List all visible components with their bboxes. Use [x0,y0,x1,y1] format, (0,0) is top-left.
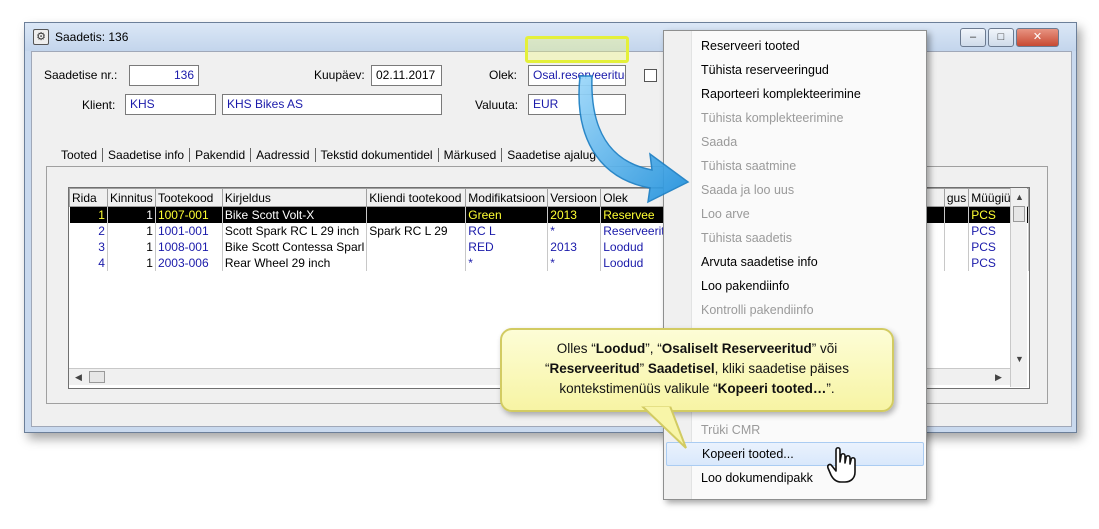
cell-kliendi-tootekood[interactable] [366,238,467,255]
cell-kirjeldus[interactable]: Bike Scott Volt-X [222,206,368,223]
grid-vertical-scrollbar[interactable]: ▲ ▼ [1010,188,1027,387]
menu-item-saada: Saada [701,135,738,149]
column-header-kirjeldus[interactable]: Kirjeldus [221,188,368,207]
column-header-rida[interactable]: Rida [69,188,108,207]
scroll-thumb[interactable] [1013,206,1025,222]
cell-kogus[interactable] [944,254,970,271]
cell-kinnitus[interactable]: 1 [107,254,156,271]
cell-kogus[interactable] [944,238,970,255]
cell-kliendi-tootekood[interactable]: Spark RC L 29 [366,222,467,239]
cell-tootekood[interactable]: 1007-001 [155,206,223,223]
scroll-right-arrow-icon[interactable]: ▶ [995,372,1002,383]
menu-item-tuhista-komplekteerimine: Tühista komplekteerimine [701,111,844,125]
menu-item-kopeeri-tooted[interactable]: Kopeeri tooted... [666,442,924,466]
cell-kogus[interactable] [944,206,970,223]
tab-saadetise-info[interactable]: Saadetise info [103,148,191,162]
cell-modifikatsioon[interactable]: Green [465,206,549,223]
menu-item-loo-arve: Loo arve [701,207,750,221]
cell-kinnitus[interactable]: 1 [107,206,156,223]
callout-text: , kliki saadetise päises [714,361,849,376]
kuupaev-field[interactable]: 02.11.2017 [371,65,442,86]
column-header-kogus[interactable]: gus [943,188,970,207]
maximize-button[interactable]: □ [988,28,1014,47]
cell-kogus[interactable] [944,222,970,239]
klient-name-field[interactable]: KHS Bikes AS [222,94,442,115]
instruction-callout: Olles “Loodud”, “Osaliselt Reserveeritud… [500,328,894,412]
callout-text: ”. [826,381,835,396]
callout-bold-kopeeri: Kopeeri tooted… [717,381,827,396]
menu-item-arvuta-saadetise-info[interactable]: Arvuta saadetise info [666,250,924,274]
cell-tootekood[interactable]: 1008-001 [155,238,223,255]
cell-kinnitus[interactable]: 1 [107,222,156,239]
callout-text: ” või [811,341,838,356]
cell-tootekood[interactable]: 2003-006 [155,254,223,271]
cell-kirjeldus[interactable]: Scott Spark RC L 29 inch [222,222,368,239]
callout-bold-saadetisel: Saadetisel [647,361,715,376]
klient-label: Klient: [82,98,116,112]
callout-text: ” [639,361,648,376]
curved-arrow-icon [578,75,690,204]
scroll-down-arrow-icon[interactable]: ▼ [1015,354,1024,364]
menu-item-tuhista-saadetis: Tühista saadetis [701,231,793,245]
menu-item-reserveeri-tooted[interactable]: Reserveeri tooted [666,34,924,58]
saadetise-nr-field[interactable]: 136 [129,65,199,86]
hscroll-thumb[interactable] [89,371,105,383]
tab-aadressid[interactable]: Aadressid [251,148,316,162]
tab-markused[interactable]: Märkused [439,148,503,162]
app-gear-icon: ⚙ [33,29,49,45]
cell-kirjeldus[interactable]: Rear Wheel 29 inch [222,254,368,271]
klient-code-field[interactable]: KHS [125,94,216,115]
callout-text: ”, “ [645,341,662,356]
tab-tooted[interactable]: Tooted [56,148,104,162]
callout-bold-osaliselt: Osaliselt Reserveeritud [661,341,812,356]
kuupaev-label: Kuupäev: [314,68,365,82]
cell-versioon[interactable]: 2013 [547,238,602,255]
tab-strip: Tooted Saadetise info Pakendid Aadressid Tek… [56,148,601,166]
window-title: Saadetis: 136 [55,30,129,44]
callout-text: Olles “ [556,341,596,356]
minimize-button[interactable]: – [960,28,986,47]
cell-rida[interactable]: 3 [69,238,108,255]
column-header-modifikatsioon[interactable]: Modifikatsioon [465,188,549,207]
cell-kliendi-tootekood[interactable] [366,206,467,223]
column-header-kinnitus[interactable]: Kinnitus [106,188,156,207]
cell-rida[interactable]: 2 [69,222,108,239]
cell-modifikatsioon[interactable]: RED [465,238,549,255]
context-menu: Reserveeri tooted Tühista reserveeringud… [663,30,927,500]
menu-item-truki-cmr: Trüki CMR [701,423,761,437]
scroll-left-arrow-icon[interactable]: ◀ [75,372,82,383]
menu-item-tuhista-reserveeringud[interactable]: Tühista reserveeringud [666,58,924,82]
cell-modifikatsioon[interactable]: RC L [465,222,549,239]
cell-kinnitus[interactable]: 1 [107,238,156,255]
menu-item-saada-ja-loo-uus: Saada ja loo uus [701,183,795,197]
olek-highlight [525,36,629,63]
callout-bold-reserveeritud: Reserveeritud [549,361,640,376]
menu-item-kontrolli-pakendiinfo: Kontrolli pakendiinfo [701,303,814,317]
callout-pointer-icon [640,404,687,449]
cell-versioon[interactable]: * [547,254,602,271]
cell-rida[interactable]: 1 [69,206,108,223]
cell-versioon[interactable]: * [547,222,602,239]
callout-bold-loodud: Loodud [595,341,646,356]
column-header-tootekood[interactable]: Tootekood [154,188,223,207]
olek-label: Olek: [489,68,518,82]
menu-item-loo-dokumendipakk[interactable]: Loo dokumendipakk [666,466,924,490]
cell-kirjeldus[interactable]: Bike Scott Contessa Sparl [222,238,368,255]
scroll-up-arrow-icon[interactable]: ▲ [1015,192,1024,202]
tab-tekstid-dokumentidel[interactable]: Tekstid dokumentidel [316,148,439,162]
menu-item-raporteeri-komplekteerimine[interactable]: Raporteeri komplekteerimine [666,82,924,106]
menu-item-loo-pakendiinfo[interactable]: Loo pakendiinfo [666,274,924,298]
valuuta-label: Valuuta: [475,98,519,112]
close-button[interactable]: ✕ [1016,28,1059,47]
hand-cursor-icon [827,446,856,483]
callout-text: kontekstimenüüs valikule “ [559,381,718,396]
cell-kliendi-tootekood[interactable] [366,254,467,271]
tab-pakendid[interactable]: Pakendid [190,148,252,162]
cell-rida[interactable]: 4 [69,254,108,271]
cell-tootekood[interactable]: 1001-001 [155,222,223,239]
cell-modifikatsioon[interactable]: * [465,254,549,271]
menu-item-tuhista-saatmine: Tühista saatmine [701,159,797,173]
column-header-kliendi-tootekood[interactable]: Kliendi tootekood [366,188,467,207]
saadetise-nr-label: Saadetise nr.: [44,68,118,82]
